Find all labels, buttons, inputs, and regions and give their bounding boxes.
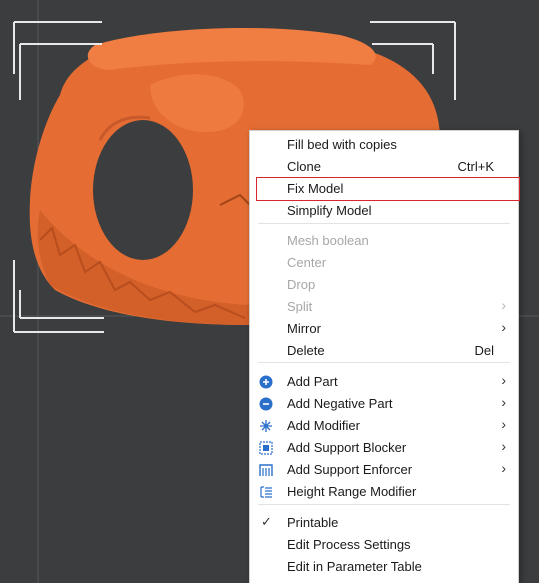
menu-item-height-range-modifier[interactable]: Height Range Modifier <box>250 481 518 503</box>
menu-item-center: Center <box>250 252 518 274</box>
menu-item-add-support-blocker[interactable]: Add Support Blocker › <box>250 437 518 459</box>
menu-item-label: Drop <box>287 277 316 292</box>
menu-item-simplify-model[interactable]: Simplify Model <box>250 200 518 222</box>
menu-separator <box>258 362 510 363</box>
menu-item-label: Center <box>287 255 327 270</box>
menu-item-label: Delete <box>287 343 325 358</box>
menu-item-add-negative-part[interactable]: Add Negative Part › <box>250 393 518 415</box>
add-part-icon <box>259 375 273 389</box>
menu-item-fix-model[interactable]: Fix Model <box>256 177 520 201</box>
submenu-arrow-icon: › <box>501 319 506 335</box>
menu-item-label: Split <box>287 299 313 314</box>
menu-item-label: Add Part <box>287 374 338 389</box>
menu-item-label: Add Modifier <box>287 418 360 433</box>
checkmark-icon: ✓ <box>261 514 272 529</box>
menu-item-clone[interactable]: Clone Ctrl+K <box>250 156 518 178</box>
menu-item-drop: Drop <box>250 274 518 296</box>
menu-item-delete[interactable]: Delete Del <box>250 340 518 362</box>
menu-item-label: Height Range Modifier <box>287 484 417 499</box>
submenu-arrow-icon: › <box>501 394 506 410</box>
menu-item-label: Simplify Model <box>287 203 372 218</box>
support-enforcer-icon <box>259 463 273 477</box>
menu-item-label: Add Support Enforcer <box>287 462 413 477</box>
submenu-arrow-icon: › <box>501 460 506 476</box>
submenu-arrow-icon: › <box>501 438 506 454</box>
menu-separator <box>258 504 510 505</box>
add-negative-part-icon <box>259 397 273 411</box>
menu-item-split: Split › <box>250 296 518 318</box>
menu-item-edit-in-parameter-table[interactable]: Edit in Parameter Table <box>250 556 518 578</box>
add-modifier-icon <box>259 419 273 433</box>
menu-item-label: Printable <box>287 515 339 530</box>
menu-item-label: Add Support Blocker <box>287 440 407 455</box>
menu-item-printable[interactable]: ✓ Printable <box>250 512 518 534</box>
height-range-icon <box>259 485 273 499</box>
menu-item-label: Fix Model <box>287 181 344 196</box>
submenu-arrow-icon: › <box>501 416 506 432</box>
menu-item-label: Edit in Parameter Table <box>287 559 422 574</box>
menu-item-add-part[interactable]: Add Part › <box>250 371 518 393</box>
menu-item-label: Mirror <box>287 321 321 336</box>
context-menu: Fill bed with copies Clone Ctrl+K Fix Model… <box>249 130 520 583</box>
menu-item-mirror[interactable]: Mirror › <box>250 318 518 340</box>
menu-shortcut: Ctrl+K <box>457 159 494 174</box>
menu-item-add-support-enforcer[interactable]: Add Support Enforcer › <box>250 459 518 481</box>
menu-item-add-modifier[interactable]: Add Modifier › <box>250 415 518 437</box>
submenu-arrow-icon: › <box>501 297 506 313</box>
menu-item-label: Edit Process Settings <box>287 537 411 552</box>
menu-item-fill-bed-with-copies[interactable]: Fill bed with copies <box>250 134 518 156</box>
menu-item-label: Add Negative Part <box>287 396 393 411</box>
menu-item-label: Fill bed with copies <box>287 137 397 152</box>
menu-separator <box>258 223 510 224</box>
support-blocker-icon <box>259 441 273 455</box>
menu-item-label: Mesh boolean <box>287 233 369 248</box>
menu-item-label: Clone <box>287 159 321 174</box>
submenu-arrow-icon: › <box>501 372 506 388</box>
menu-item-mesh-boolean: Mesh boolean <box>250 230 518 252</box>
menu-shortcut: Del <box>474 343 494 358</box>
menu-item-edit-process-settings[interactable]: Edit Process Settings <box>250 534 518 556</box>
